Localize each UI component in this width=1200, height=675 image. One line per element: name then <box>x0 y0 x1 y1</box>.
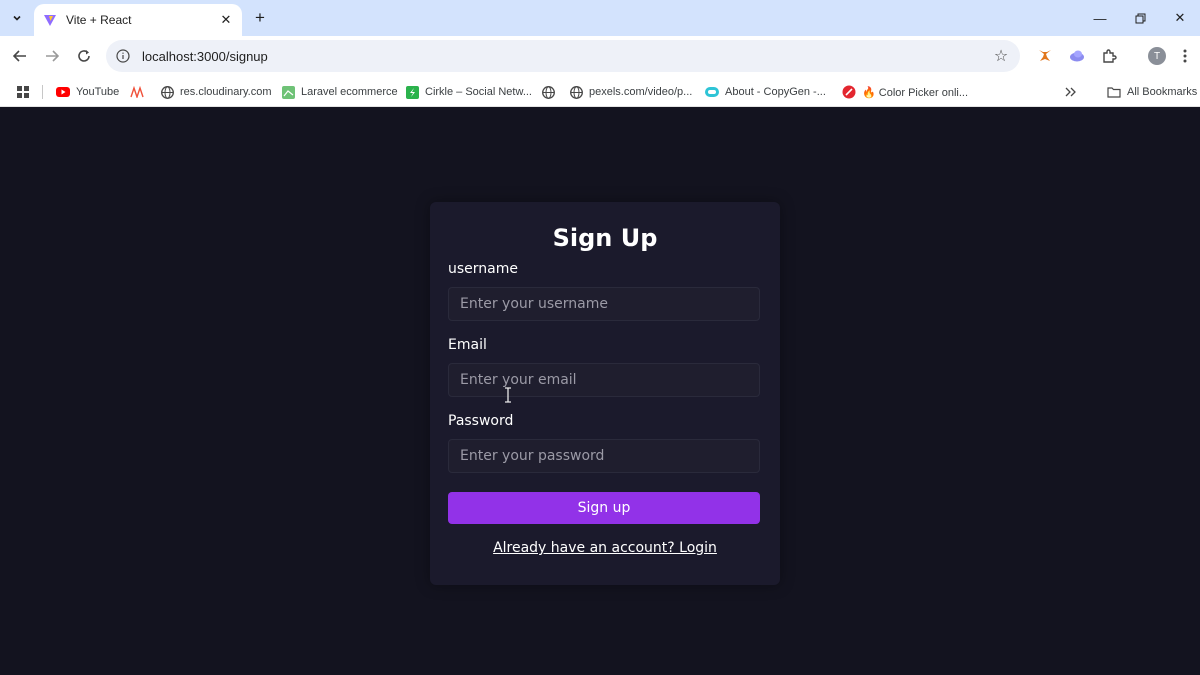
signup-card: Sign Up username Email Password Sign up … <box>430 202 780 585</box>
map-icon <box>281 85 295 99</box>
bookmark-cloudinary[interactable]: res.cloudinary.com <box>160 81 272 103</box>
bookmark-star-icon[interactable]: ☆ <box>988 43 1014 69</box>
bookmark-label: Laravel ecommerce <box>301 86 398 98</box>
metamask-icon[interactable] <box>1034 45 1056 67</box>
login-link[interactable]: Already have an account? Login <box>430 540 780 556</box>
globe-icon <box>569 85 583 99</box>
profile-avatar[interactable]: T <box>1146 45 1168 67</box>
address-bar[interactable]: localhost:3000/signup ☆ <box>106 40 1020 72</box>
signup-title: Sign Up <box>552 224 658 252</box>
bookmark-youtube[interactable]: YouTube <box>56 81 119 103</box>
tab-title: Vite + React <box>66 13 132 27</box>
extension-cloud-icon[interactable] <box>1066 45 1088 67</box>
url-text: localhost:3000/signup <box>142 48 268 64</box>
close-tab-icon[interactable]: ✕ <box>218 12 234 28</box>
vite-icon <box>42 12 58 28</box>
bookmark-copygen[interactable]: About - CopyGen -... <box>705 81 826 103</box>
page-viewport: Sign Up username Email Password Sign up … <box>0 107 1200 675</box>
username-input[interactable] <box>448 287 760 321</box>
email-input[interactable] <box>448 363 760 397</box>
forward-arrow-icon[interactable] <box>40 44 64 68</box>
site-info-icon[interactable] <box>114 47 132 65</box>
color-picker-icon <box>842 85 856 99</box>
globe-icon <box>541 85 555 99</box>
copygen-icon <box>705 85 719 99</box>
bookmark-label: res.cloudinary.com <box>180 86 272 98</box>
back-arrow-icon[interactable] <box>8 44 32 68</box>
folder-icon <box>1107 85 1121 99</box>
minimize-icon[interactable]: — <box>1080 0 1120 36</box>
youtube-icon <box>56 85 70 99</box>
bookmark-cirkle[interactable]: Cirkle – Social Netw... <box>405 81 532 103</box>
window-controls: — ✕ <box>1080 0 1200 36</box>
bookmark-laravel[interactable] <box>130 81 150 103</box>
bookmark-label: YouTube <box>76 86 120 98</box>
all-bookmarks-label: All Bookmarks <box>1127 86 1198 98</box>
password-label: Password <box>448 413 514 429</box>
bookmark-label: pexels.com/video/p... <box>589 86 693 98</box>
bookmark-label: Cirkle – Social Netw... <box>425 86 532 98</box>
bookmark-globe[interactable] <box>541 81 561 103</box>
tab-search-chevron-icon[interactable] <box>6 7 28 29</box>
apps-grid-icon[interactable] <box>16 81 30 103</box>
signup-button[interactable]: Sign up <box>448 492 760 524</box>
bookmarks-divider <box>42 85 43 99</box>
cirkle-icon <box>405 85 419 99</box>
active-tab[interactable]: Vite + React ✕ <box>34 4 242 36</box>
bookmark-color-picker[interactable]: 🔥 Color Picker onli... <box>842 81 968 103</box>
bookmarks-bar: YouTube res.cloudinary.com Laravel ecomm… <box>0 76 1200 107</box>
bookmark-label: 🔥 Color Picker onli... <box>862 86 969 99</box>
all-bookmarks[interactable]: All Bookmarks <box>1107 81 1197 103</box>
reload-icon[interactable] <box>72 44 96 68</box>
email-label: Email <box>448 337 487 353</box>
bookmark-laravel-ecommerce[interactable]: Laravel ecommerce <box>281 81 398 103</box>
browser-toolbar: localhost:3000/signup ☆ T <box>0 36 1200 76</box>
laravel-icon <box>130 85 144 99</box>
close-window-icon[interactable]: ✕ <box>1160 0 1200 36</box>
kebab-menu-icon[interactable] <box>1174 45 1196 67</box>
bookmark-label: About - CopyGen -... <box>725 86 826 98</box>
bookmark-pexels[interactable]: pexels.com/video/p... <box>569 81 692 103</box>
extensions-puzzle-icon[interactable] <box>1098 45 1120 67</box>
password-input[interactable] <box>448 439 760 473</box>
avatar-letter: T <box>1148 47 1166 65</box>
new-tab-plus-icon[interactable]: + <box>250 7 270 29</box>
globe-icon <box>160 85 174 99</box>
text-cursor-icon <box>504 387 512 403</box>
tab-strip: Vite + React ✕ + — ✕ <box>0 0 1200 36</box>
restore-icon[interactable] <box>1120 0 1160 36</box>
more-bookmarks-chevron-icon[interactable] <box>1065 81 1077 103</box>
username-label: username <box>448 261 518 277</box>
